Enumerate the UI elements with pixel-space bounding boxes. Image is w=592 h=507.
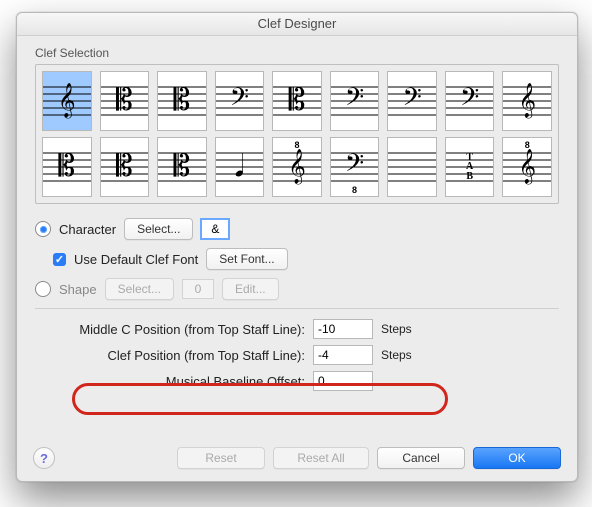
shape-edit-button: Edit... <box>222 278 279 300</box>
clef-cell[interactable]: 𝄡 <box>42 137 92 197</box>
use-default-font-checkbox[interactable]: ✓ <box>53 253 66 266</box>
clef-cell[interactable] <box>387 137 437 197</box>
clef-octave-sup: 8 <box>273 140 321 150</box>
middle-c-input[interactable] <box>313 319 373 339</box>
tab-clef-icon: T A B <box>446 138 494 196</box>
use-default-font-row: ✓ Use Default Clef Font Set Font... <box>53 248 559 270</box>
baseline-input[interactable] <box>313 371 373 391</box>
clef-glyph-icon: 𝄢 <box>331 72 379 130</box>
character-radio-label: Character <box>59 222 116 237</box>
clef-selection-label: Clef Selection <box>35 46 559 60</box>
dialog-content: Clef Selection 𝄞𝄡𝄡𝄢𝄡𝄢𝄢𝄢𝄞𝄡𝄡𝄡𝅘𝅥𝄞8𝄢8T A B𝄞8… <box>17 36 577 407</box>
clef-cell[interactable]: 𝄢8 <box>330 137 380 197</box>
middle-c-row: Middle C Position (from Top Staff Line):… <box>35 319 559 339</box>
divider <box>35 308 559 309</box>
shape-select-button: Select... <box>105 278 174 300</box>
reset-all-button: Reset All <box>273 447 369 469</box>
character-value-input[interactable] <box>201 219 229 239</box>
use-default-font-label: Use Default Clef Font <box>74 252 198 267</box>
clef-glyph-icon: 𝄞 <box>43 72 91 130</box>
clef-glyph-icon: 𝅘𝅥 <box>216 138 264 196</box>
dialog-window: Clef Designer Clef Selection 𝄞𝄡𝄡𝄢𝄡𝄢𝄢𝄢𝄞𝄡𝄡… <box>16 12 578 482</box>
clef-cell[interactable]: 𝄡 <box>100 71 150 131</box>
clef-cell[interactable]: 𝄢 <box>215 71 265 131</box>
clef-cell[interactable]: 𝄡 <box>157 71 207 131</box>
clef-cell[interactable]: 𝄢 <box>330 71 380 131</box>
reset-button: Reset <box>177 447 265 469</box>
clef-cell[interactable]: 𝅘𝅥 <box>215 137 265 197</box>
character-select-button[interactable]: Select... <box>124 218 193 240</box>
clef-glyph-icon: 𝄡 <box>158 138 206 196</box>
clef-position-input[interactable] <box>313 345 373 365</box>
clef-cell[interactable]: 𝄢 <box>387 71 437 131</box>
cancel-button[interactable]: Cancel <box>377 447 465 469</box>
clef-position-label: Clef Position (from Top Staff Line): <box>35 348 305 363</box>
clef-grid: 𝄞𝄡𝄡𝄢𝄡𝄢𝄢𝄢𝄞𝄡𝄡𝄡𝅘𝅥𝄞8𝄢8T A B𝄞8 <box>35 64 559 204</box>
ok-button[interactable]: OK <box>473 447 561 469</box>
shape-value-input <box>182 279 214 299</box>
help-button[interactable]: ? <box>33 447 55 469</box>
clef-cell[interactable]: 𝄡 <box>157 137 207 197</box>
character-radio[interactable] <box>35 221 51 237</box>
baseline-row: Musical Baseline Offset: <box>35 371 559 391</box>
baseline-label: Musical Baseline Offset: <box>35 374 305 389</box>
clef-cell[interactable]: T A B <box>445 137 495 197</box>
clef-glyph-icon: 𝄡 <box>101 138 149 196</box>
shape-radio-label: Shape <box>59 282 97 297</box>
clef-cell[interactable]: 𝄡 <box>272 71 322 131</box>
clef-cell[interactable]: 𝄞 <box>42 71 92 131</box>
middle-c-label: Middle C Position (from Top Staff Line): <box>35 322 305 337</box>
middle-c-units: Steps <box>381 322 431 336</box>
set-font-button[interactable]: Set Font... <box>206 248 287 270</box>
clef-octave-sup: 8 <box>503 140 551 150</box>
clef-glyph-icon: 𝄡 <box>43 138 91 196</box>
clef-glyph-icon: 𝄡 <box>101 72 149 130</box>
clef-cell[interactable]: 𝄞8 <box>502 137 552 197</box>
clef-glyph-icon: 𝄢 <box>446 72 494 130</box>
clef-cell[interactable]: 𝄢 <box>445 71 495 131</box>
clef-glyph-icon: 𝄢 <box>216 72 264 130</box>
clef-glyph-icon: 𝄞 <box>503 72 551 130</box>
clef-position-row: Clef Position (from Top Staff Line): Ste… <box>35 345 559 365</box>
clef-octave-sub: 8 <box>331 185 379 195</box>
clef-glyph-icon: 𝄡 <box>158 72 206 130</box>
clef-cell[interactable]: 𝄞 <box>502 71 552 131</box>
shape-row: Shape Select... Edit... <box>35 278 559 300</box>
clef-cell[interactable]: 𝄡 <box>100 137 150 197</box>
window-title: Clef Designer <box>17 13 577 36</box>
shape-radio[interactable] <box>35 281 51 297</box>
clef-position-units: Steps <box>381 348 431 362</box>
clef-glyph-icon: 𝄢 <box>388 72 436 130</box>
dialog-footer: ? Reset Reset All Cancel OK <box>17 447 577 469</box>
clef-cell[interactable]: 𝄞8 <box>272 137 322 197</box>
character-row: Character Select... <box>35 218 559 240</box>
clef-glyph-icon: 𝄡 <box>273 72 321 130</box>
